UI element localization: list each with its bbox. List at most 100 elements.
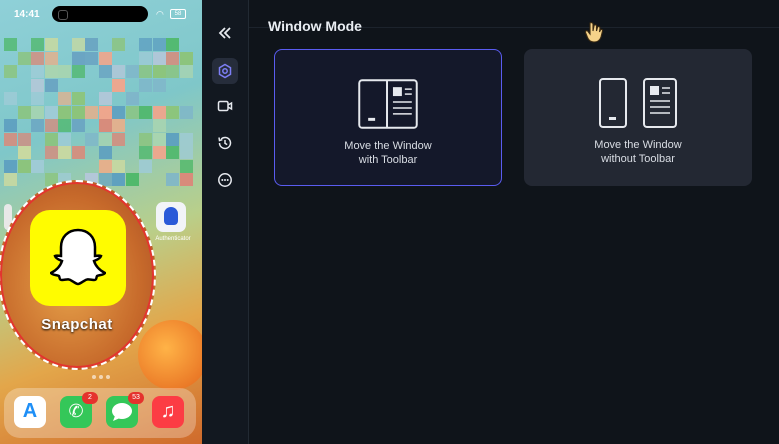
messages-badge: 53 — [128, 392, 144, 404]
snapchat-app-label: Snapchat — [41, 316, 113, 333]
mosaic-tile — [44, 51, 58, 65]
settings-icon — [218, 63, 232, 79]
mosaic-tile — [98, 51, 112, 65]
mode-card-label: Move the Window with Toolbar — [275, 139, 501, 167]
mosaic-tile — [44, 132, 58, 146]
mosaic-tile — [98, 92, 112, 105]
phone-without-toolbar-icon — [599, 78, 677, 128]
music-note-glyph: ♫ — [160, 400, 176, 422]
section-title: Window Mode — [268, 18, 362, 34]
mosaic-tile — [85, 105, 98, 119]
mosaic-tile — [139, 78, 152, 92]
battery-icon: 58 — [170, 9, 186, 19]
mosaic-tile — [166, 146, 179, 159]
music-app-icon[interactable]: ♫ — [152, 396, 184, 428]
mosaic-tile — [139, 38, 152, 51]
phone-status-bar: 14:41 ◠ 58 — [0, 0, 202, 28]
mosaic-tile — [125, 92, 139, 105]
authenticator-app-icon[interactable] — [156, 202, 186, 232]
mosaic-tile — [4, 65, 17, 78]
mosaic-tile — [112, 173, 125, 186]
history-button[interactable] — [212, 130, 238, 156]
mosaic-tile — [44, 65, 58, 78]
mosaic-tile — [125, 105, 139, 119]
mode-card-label-line2: without Toolbar — [601, 153, 675, 165]
mosaic-tile — [71, 92, 85, 105]
dynamic-island — [52, 6, 148, 22]
battery-level: 58 — [174, 11, 182, 17]
phone-badge: 2 — [82, 392, 98, 404]
mosaic-tile — [179, 146, 193, 159]
mosaic-tile — [112, 159, 125, 173]
record-button[interactable] — [212, 93, 238, 119]
messages-app-icon[interactable]: 53 — [106, 392, 144, 428]
page-indicator — [92, 366, 116, 379]
mosaic-tile — [17, 146, 31, 159]
mosaic-tile — [166, 38, 179, 51]
mosaic-tile — [125, 65, 139, 78]
snapchat-app-icon[interactable] — [30, 210, 126, 306]
main-panel: Window Mode Move the Window with Toolbar — [249, 0, 779, 444]
shield-person-icon — [164, 207, 178, 225]
more-button[interactable] — [212, 167, 238, 193]
double-chevron-left-icon — [218, 27, 231, 39]
mosaic-tile — [71, 146, 85, 159]
mosaic-tile — [44, 119, 58, 132]
phone-with-toolbar-icon — [358, 79, 418, 129]
mosaic-tile — [71, 51, 85, 65]
app-store-icon[interactable]: A — [14, 396, 46, 428]
mosaic-tile — [112, 132, 125, 146]
mosaic-tile — [152, 78, 166, 92]
mosaic-tile — [179, 105, 193, 119]
mosaic-tile — [166, 51, 179, 65]
mosaic-tile — [112, 65, 125, 78]
wifi-icon: ◠ — [156, 9, 164, 19]
phone-time: 14:41 — [14, 9, 40, 20]
mosaic-tile — [179, 51, 193, 65]
mosaic-tile — [58, 105, 71, 119]
mosaic-tile — [17, 51, 31, 65]
mosaic-tile — [152, 51, 166, 65]
settings-button[interactable] — [212, 58, 238, 84]
mosaic-tile — [139, 132, 152, 146]
mosaic-tile — [31, 92, 44, 105]
mosaic-tile — [179, 159, 193, 173]
mosaic-tile — [85, 132, 98, 146]
mosaic-tile — [98, 159, 112, 173]
mosaic-tile — [31, 51, 44, 65]
mosaic-tile — [31, 105, 44, 119]
mosaic-tile — [179, 65, 193, 78]
mosaic-tile — [17, 132, 31, 146]
phone-mirror[interactable]: 14:41 ◠ 58 Authenticator Snapchat A ✆ 2 … — [0, 0, 202, 444]
mosaic-tile — [139, 65, 152, 78]
mosaic-tile — [98, 105, 112, 119]
mosaic-tile — [58, 65, 71, 78]
phone-app-icon[interactable]: ✆ 2 — [60, 392, 98, 428]
mosaic-tile — [166, 173, 179, 186]
collapse-button[interactable] — [212, 20, 238, 46]
mosaic-tile — [17, 105, 31, 119]
mosaic-tile — [139, 159, 152, 173]
mode-card-with-toolbar[interactable]: Move the Window with Toolbar — [274, 49, 502, 186]
mosaic-tile — [17, 159, 31, 173]
app-store-glyph: A — [22, 400, 38, 422]
authenticator-app-label: Authenticator — [155, 236, 191, 242]
mosaic-tile — [139, 51, 152, 65]
mosaic-tile — [152, 119, 166, 132]
speech-bubble-icon — [112, 403, 132, 421]
mosaic-tile — [31, 38, 44, 51]
mosaic-tile — [31, 65, 44, 78]
mosaic-tile — [85, 38, 98, 51]
mosaic-tile — [98, 119, 112, 132]
mosaic-tile — [179, 132, 193, 146]
mosaic-tile — [58, 146, 71, 159]
mosaic-tile — [4, 159, 17, 173]
mosaic-tile — [166, 132, 179, 146]
mosaic-tile — [166, 105, 179, 119]
mode-card-without-toolbar[interactable]: Move the Window without Toolbar — [524, 49, 752, 186]
mode-card-label-line1: Move the Window — [594, 139, 682, 151]
mosaic-tile — [98, 132, 112, 146]
pixelated-app-grid — [4, 38, 194, 188]
snapchat-ghost-icon — [50, 228, 106, 286]
mosaic-tile — [58, 119, 71, 132]
